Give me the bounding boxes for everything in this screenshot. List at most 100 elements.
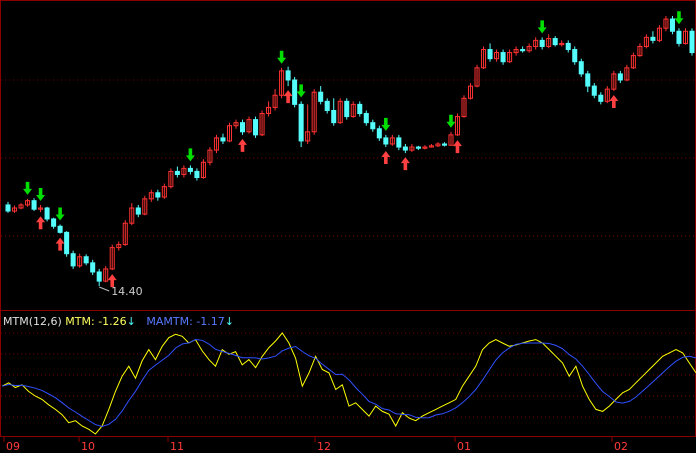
candle [337,98,343,124]
candle-body [572,49,578,63]
candle [174,166,180,178]
candlestick-series [5,16,695,286]
candle-body [239,122,246,133]
candle-body [57,225,63,233]
candle [467,83,474,100]
candle-body [500,52,506,63]
candle [617,70,623,84]
candle [266,101,272,117]
candle [298,101,304,148]
candle [350,101,356,118]
sell-signal-arrow-icon [55,207,65,221]
candle [109,244,115,271]
candle [259,110,265,137]
candle [441,142,447,147]
candle [676,28,682,47]
signal-arrows [23,11,684,288]
candle [435,142,441,148]
candle [181,165,187,178]
candle [116,241,122,251]
sell-signal-arrow-icon [36,187,46,201]
candle-body [376,128,382,139]
candle-body [174,170,180,175]
low-price-marker: 14.40 [99,285,143,298]
candle [142,195,148,216]
candle [409,143,415,152]
candle [500,49,506,65]
candle [546,34,552,49]
candle [246,116,252,134]
candle [520,46,526,53]
candle [31,198,37,212]
candle [591,83,597,99]
candle [663,16,669,32]
indicator-legend: MTM(12,6) MTM: -1.26↓ MAMTM: -1.17↓ [3,315,234,328]
candle-body [415,146,421,149]
candle [474,64,480,88]
candle [494,49,500,62]
candle [533,37,539,50]
mamtm-value: -1.17 [196,315,225,328]
candle [402,143,408,154]
candle-body [292,79,298,105]
candle [129,203,135,226]
mamtm-down-arrow-icon: ↓ [224,315,235,328]
candle [376,125,382,141]
sell-signal-arrow-icon [381,117,391,131]
candle-body [324,100,330,111]
candle [311,89,317,135]
candle-body [90,262,96,273]
x-tick-label: 11 [170,440,184,453]
buy-signal-arrow-icon [55,237,65,251]
candle-body [669,18,675,32]
candle [168,168,174,189]
x-tick-label: 12 [317,440,331,453]
candle [194,168,200,181]
mamtm-line [1,338,696,428]
buy-signal-arrow-icon [609,94,619,108]
candle [292,76,298,108]
candle [585,70,591,93]
candle-body [70,253,76,267]
buy-signal-arrow-icon [283,90,293,104]
candle [383,134,389,148]
mtm-indicator-panel [1,332,696,435]
candle-body [220,137,226,142]
candle [220,133,226,144]
candle [389,134,395,146]
sell-signal-arrow-icon [23,181,33,195]
candle [44,206,50,222]
x-tick-label: 01 [457,440,471,453]
candle [96,268,102,286]
candle-body [578,61,584,75]
candle-body [370,122,376,130]
stock-chart: 14.40 09 10 11 12 01 02 [0,0,696,453]
candle [578,58,584,77]
candle-body [135,207,141,215]
x-tick-label: 09 [6,440,20,453]
candle [226,122,233,143]
candle [363,110,369,126]
candle [272,89,278,111]
candle-body [552,38,558,46]
candle [643,34,649,49]
outer-border [0,0,696,437]
candle-body [402,146,408,151]
candle [187,165,193,175]
candle-body [64,231,70,255]
candle-body [520,49,526,52]
candle [624,64,630,82]
candle-body [539,39,545,47]
candle [487,43,493,62]
candle [422,145,428,150]
candle [598,92,604,105]
chart-grid [1,79,695,418]
candle [331,98,337,126]
candle [200,159,206,179]
candle [70,250,76,269]
candle [689,28,695,56]
candle [682,28,689,45]
candle-body [194,170,200,179]
candle [572,46,578,65]
candle-body [676,30,682,44]
